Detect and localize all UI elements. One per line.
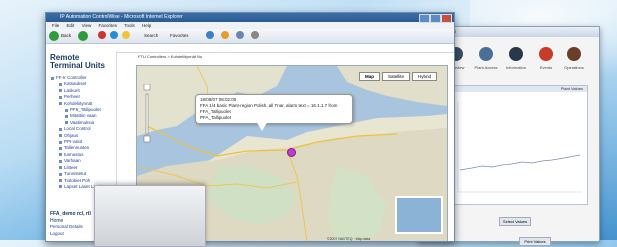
zoom-control[interactable] <box>143 83 151 144</box>
user-name: FFA_demo rcl, rtl <box>50 211 91 217</box>
menu-tools[interactable]: Tools <box>124 23 135 28</box>
back-icon[interactable] <box>49 31 59 41</box>
logout-link[interactable]: Logout <box>50 231 91 238</box>
map-copyright: ©2007 NAVTEQ · Map data <box>327 237 371 241</box>
sidebar-tree: FF-Ir Controller Katsaukset Laskurit Per… <box>50 75 116 190</box>
browser-title-bar: IP Automation ControlWise - Microsoft In… <box>46 13 454 23</box>
background-window-toolbar: Overview Plant Access Information Events… <box>448 47 594 79</box>
minimize-icon[interactable] <box>419 14 430 23</box>
tab-map[interactable]: Map <box>358 72 380 81</box>
operations-icon[interactable] <box>567 47 581 61</box>
browser-toolbar: Back Search Favorites <box>46 29 454 44</box>
information-label: Information <box>505 65 526 70</box>
back-label[interactable]: Back <box>61 33 71 38</box>
sidebar-title: Remote Terminal Units <box>50 53 105 70</box>
map-type-tabs: Map Satellite Hybrid <box>357 72 437 81</box>
bubble-tail <box>256 121 268 131</box>
tab-satellite[interactable]: Satellite <box>381 72 410 81</box>
menu-file[interactable]: File <box>52 23 59 28</box>
favorites-label[interactable]: Favorites <box>170 33 189 38</box>
menu-favorites[interactable]: Favorites <box>99 23 118 28</box>
forward-icon[interactable] <box>78 31 88 41</box>
bubble-alarm-text: FFA 1/4 basic Plant-region Polish. all T… <box>200 103 338 114</box>
menu-bar: File Edit View Favorites Tools Help <box>46 22 454 29</box>
hardware-device-image <box>94 185 206 247</box>
media-icon[interactable] <box>206 31 214 39</box>
trend-chart <box>457 102 582 193</box>
information-icon[interactable] <box>509 47 523 61</box>
close-icon[interactable] <box>441 14 452 23</box>
menu-edit[interactable]: Edit <box>67 23 75 28</box>
select-values-button[interactable]: Select Values <box>499 217 531 226</box>
events-label: Events <box>539 65 553 70</box>
map-marker-icon[interactable] <box>287 148 296 157</box>
print-values-button[interactable]: Print Values <box>519 237 551 246</box>
bubble-device-link[interactable]: PFA_Tallipuolet <box>200 115 348 121</box>
stop-icon[interactable] <box>98 31 106 39</box>
menu-view[interactable]: View <box>82 23 92 28</box>
browser-title: IP Automation ControlWise - Microsoft In… <box>60 14 183 20</box>
history-icon[interactable] <box>221 31 229 39</box>
menu-help[interactable]: Help <box>142 23 151 28</box>
plant-access-icon[interactable] <box>479 47 493 61</box>
events-icon[interactable] <box>539 47 553 61</box>
print-icon[interactable] <box>251 31 259 39</box>
mail-icon[interactable] <box>236 31 244 39</box>
breadcrumb: FTU Controllers > Kohdeliitynnät Nu <box>138 54 203 59</box>
plant-values-panel: Plant Values <box>451 85 588 205</box>
user-info: FFA_demo rcl, rtl Home Personal Details … <box>50 211 91 237</box>
operations-label: Operations <box>564 65 584 70</box>
plant-access-label: Plant Access <box>474 65 498 70</box>
search-label[interactable]: Search <box>144 33 158 38</box>
refresh-icon[interactable] <box>110 31 118 39</box>
maximize-icon[interactable] <box>430 14 441 23</box>
overview-minimap[interactable] <box>395 196 443 234</box>
map-info-bubble: 18/08/07 08:02:00 FFA 1/4 basic Plant-re… <box>195 94 353 131</box>
tab-hybrid[interactable]: Hybrid <box>411 72 437 81</box>
home-icon[interactable] <box>122 31 130 39</box>
